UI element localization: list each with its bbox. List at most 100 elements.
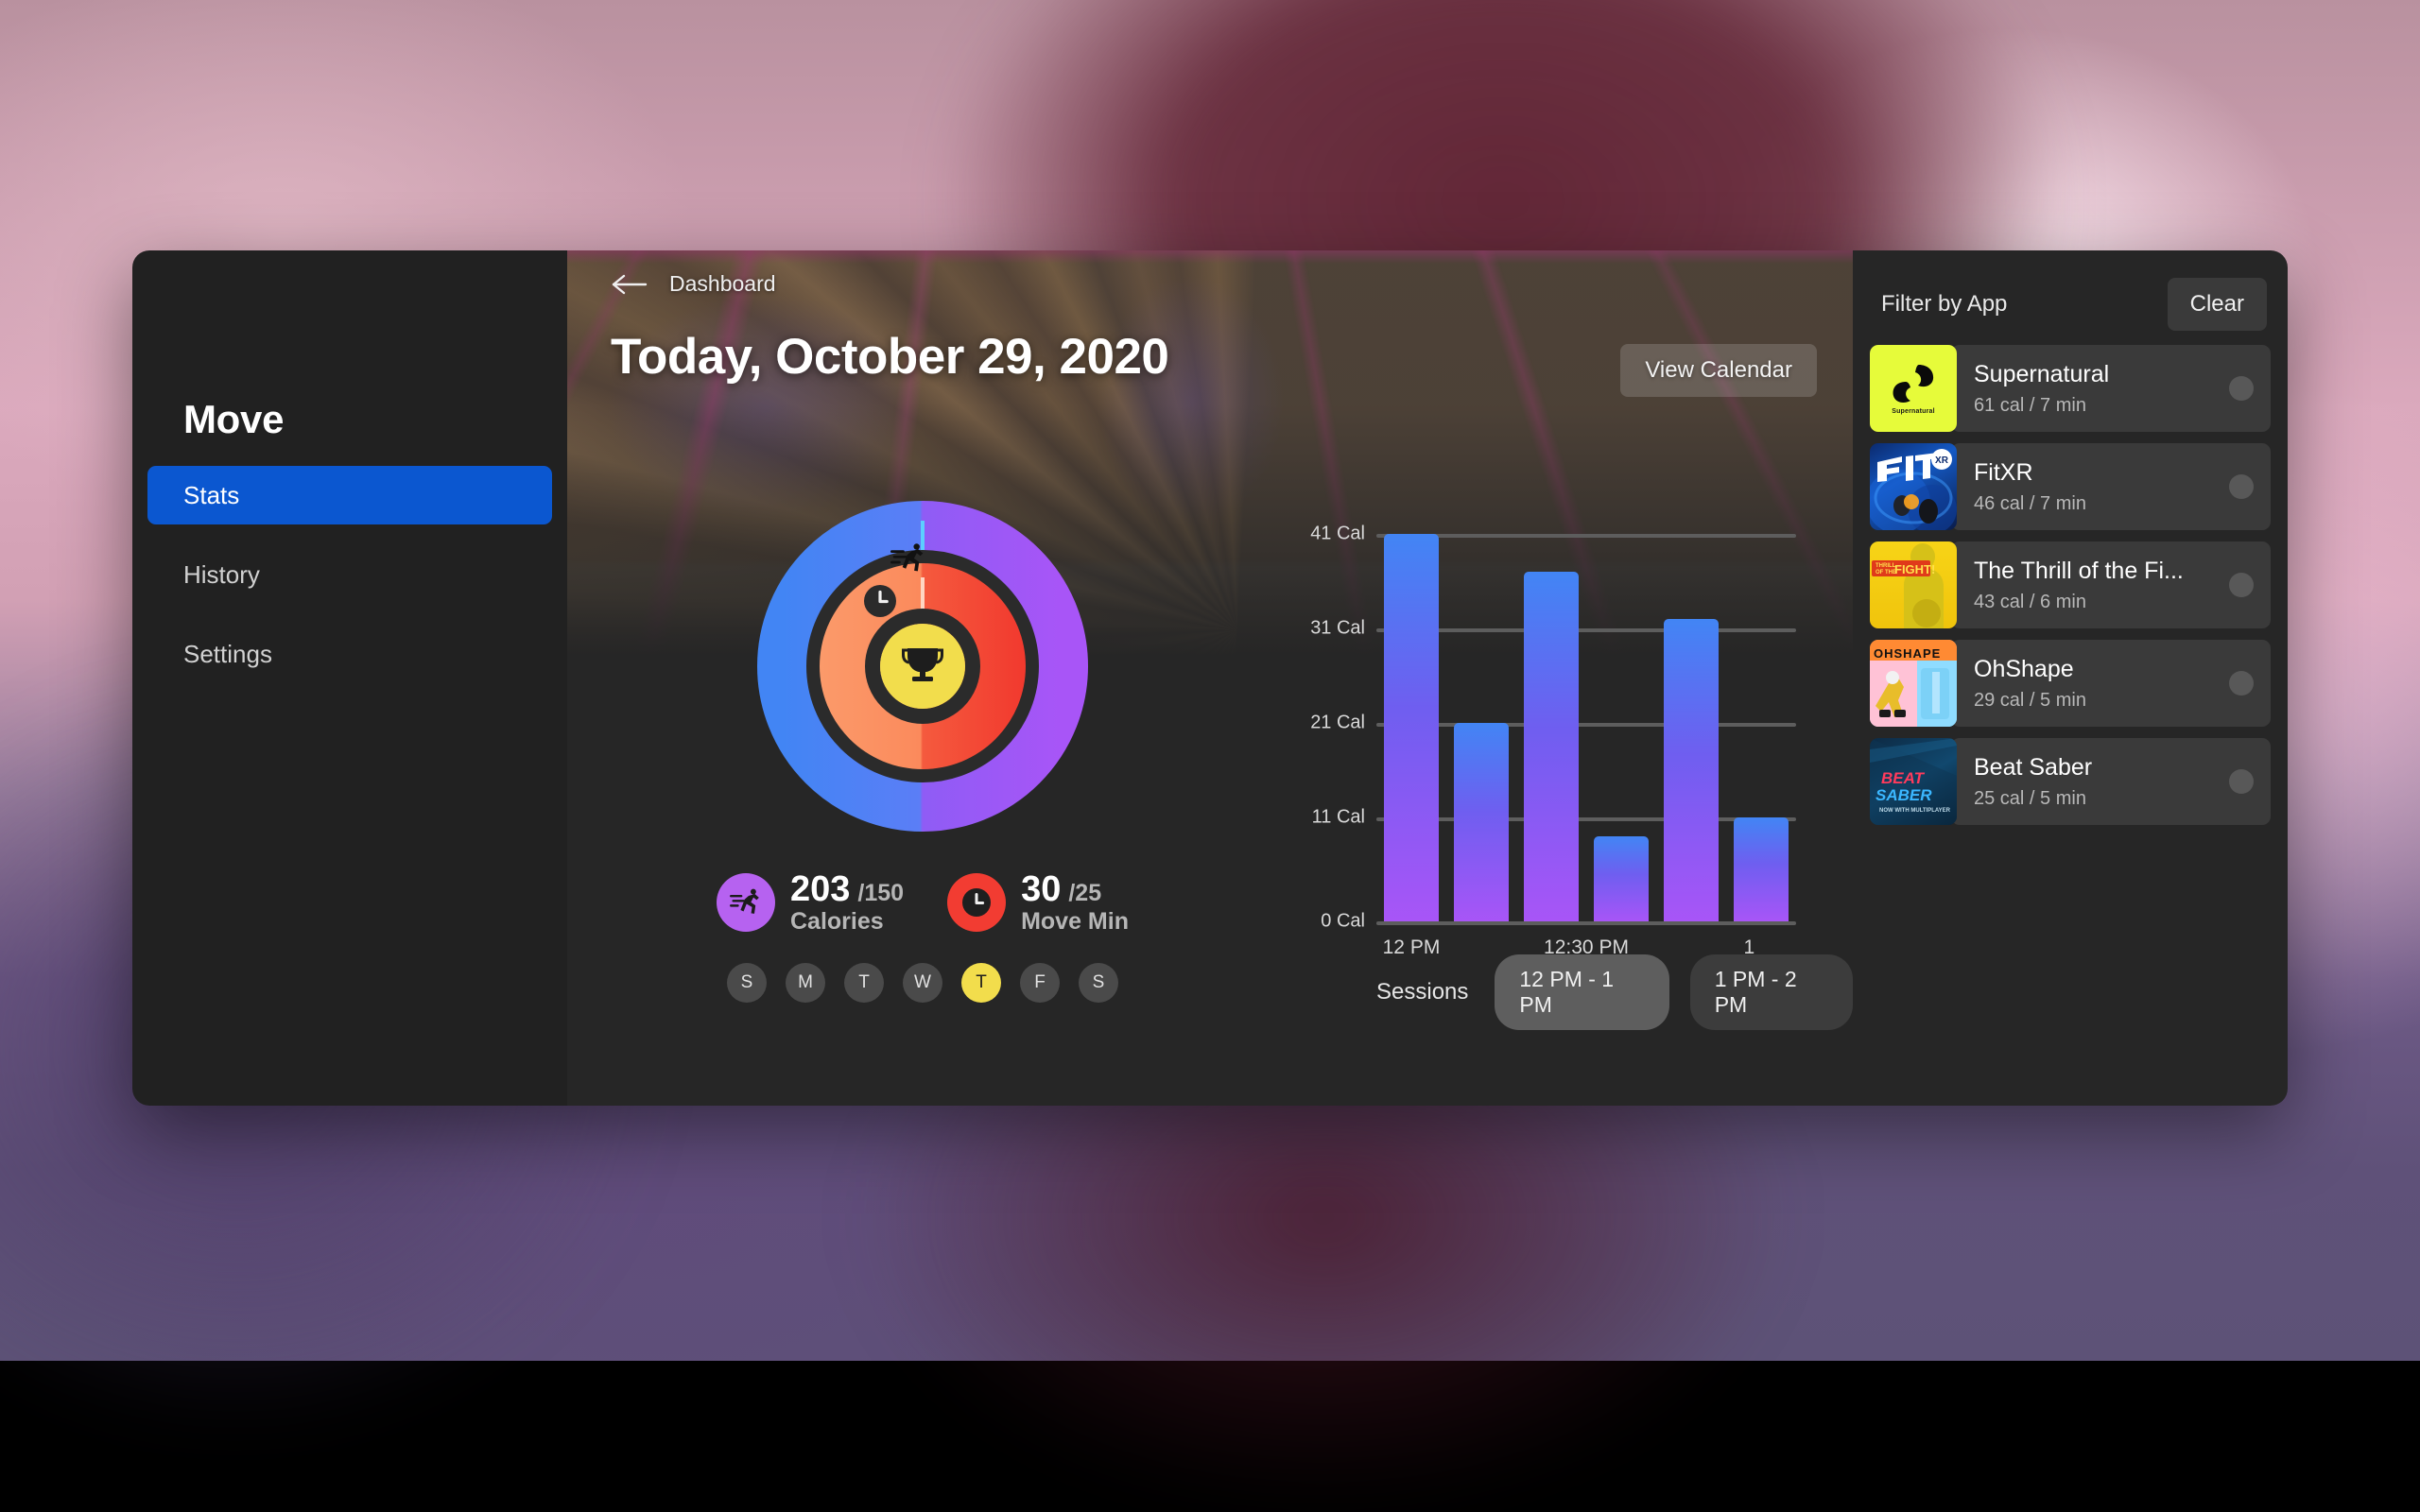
stat-calories: 203 /150 Calories <box>717 870 904 935</box>
app-name: The Thrill of the Fi... <box>1974 558 2184 585</box>
sidebar-nav: Stats History Settings <box>147 466 552 704</box>
app-filter-toggle[interactable] <box>2229 769 2254 794</box>
app-list-item-thrill-of-the-fight[interactable]: THRILL OF THE FIGHT! The Thrill of the F… <box>1870 541 2271 628</box>
move-min-text: 30 /25 Move Min <box>1021 870 1129 935</box>
beat-saber-app-icon: BEAT SABER NOW WITH MULTIPLAYER <box>1870 738 1957 825</box>
app-row-body: OhShape 29 cal / 5 min <box>1951 640 2271 727</box>
move-min-goal: /25 <box>1068 881 1101 906</box>
sidebar-item-history[interactable]: History <box>147 545 552 604</box>
session-pill-12pm-1pm[interactable]: 12 PM - 1 PM <box>1495 954 1668 1030</box>
thrill-of-the-fight-logo-glyph: THRILL OF THE FIGHT! <box>1870 541 1957 628</box>
ohshape-app-icon: OHSHAPE <box>1870 640 1957 727</box>
calories-badge <box>717 873 775 932</box>
app-list-item-supernatural[interactable]: Supernatural Supernatural 61 cal / 7 min <box>1870 345 2271 432</box>
day-pill-wednesday[interactable]: W <box>903 963 942 1003</box>
calories-value: 203 <box>790 870 850 909</box>
stat-move-min: 30 /25 Move Min <box>947 870 1129 935</box>
app-row-body: Supernatural 61 cal / 7 min <box>1951 345 2271 432</box>
move-min-badge <box>947 873 1006 932</box>
svg-text:NOW WITH MULTIPLAYER: NOW WITH MULTIPLAYER <box>1879 808 1951 814</box>
filter-panel-title: Filter by App <box>1881 291 2007 318</box>
app-list-item-fitxr[interactable]: XR FitXR 46 cal / 7 min <box>1870 443 2271 530</box>
main-dashboard-panel: Dashboard Today, October 29, 2020 View C… <box>567 250 1853 1106</box>
app-filter-toggle[interactable] <box>2229 573 2254 597</box>
day-pill-monday[interactable]: M <box>786 963 825 1003</box>
sidebar-item-stats[interactable]: Stats <box>147 466 552 524</box>
chart-bar[interactable] <box>1524 572 1579 921</box>
week-day-selector: S M T W T F S <box>727 963 1118 1003</box>
supernatural-icon-wordmark: Supernatural <box>1892 408 1935 415</box>
chart-bar[interactable] <box>1664 619 1719 921</box>
day-pill-tuesday[interactable]: T <box>844 963 884 1003</box>
session-pill-1pm-2pm[interactable]: 1 PM - 2 PM <box>1690 954 1853 1030</box>
y-tick-label: 0 Cal <box>1321 911 1365 933</box>
day-pill-saturday[interactable]: S <box>1079 963 1118 1003</box>
clock-icon <box>960 886 993 919</box>
app-name: OhShape <box>1974 656 2086 683</box>
app-filter-toggle[interactable] <box>2229 376 2254 401</box>
fitxr-app-icon: XR <box>1870 443 1957 530</box>
svg-text:OHSHAPE: OHSHAPE <box>1874 646 1941 661</box>
move-min-label: Move Min <box>1021 909 1129 935</box>
calories-label: Calories <box>790 909 904 935</box>
clear-filters-button[interactable]: Clear <box>2168 278 2267 331</box>
calories-goal: /150 <box>857 881 904 906</box>
supernatural-logo-glyph <box>1887 363 1940 406</box>
app-meta: 46 cal / 7 min <box>1974 493 2086 515</box>
chart-bar[interactable] <box>1384 534 1439 921</box>
view-calendar-button[interactable]: View Calendar <box>1620 344 1817 397</box>
svg-text:XR: XR <box>1935 455 1949 466</box>
app-list-item-beat-saber[interactable]: BEAT SABER NOW WITH MULTIPLAYER Beat Sab… <box>1870 738 2271 825</box>
breadcrumb: Dashboard <box>611 271 776 297</box>
stats-row: 203 /150 Calories <box>717 870 1129 935</box>
running-person-icon <box>730 887 762 918</box>
day-pill-sunday[interactable]: S <box>727 963 767 1003</box>
day-pill-friday[interactable]: F <box>1020 963 1060 1003</box>
y-tick-label: 41 Cal <box>1310 524 1365 545</box>
app-list-item-ohshape[interactable]: OHSHAPE OhShape 29 cal / 5 min <box>1870 640 2271 727</box>
thrill-of-the-fight-app-icon: THRILL OF THE FIGHT! <box>1870 541 1957 628</box>
app-name: Supernatural <box>1974 361 2109 388</box>
sidebar-item-label: Stats <box>183 481 239 510</box>
beat-saber-logo-glyph: BEAT SABER NOW WITH MULTIPLAYER <box>1870 738 1957 825</box>
app-name: Beat Saber <box>1974 754 2092 782</box>
chart-gridline <box>1376 921 1796 925</box>
app-filter-toggle[interactable] <box>2229 474 2254 499</box>
app-meta: 61 cal / 7 min <box>1974 395 2109 417</box>
chart-bar[interactable] <box>1734 817 1789 921</box>
ohshape-logo-glyph: OHSHAPE <box>1870 640 1957 727</box>
svg-text:OF THE: OF THE <box>1876 570 1896 576</box>
chart-plot-area <box>1376 534 1796 921</box>
chart-bars <box>1376 534 1796 921</box>
app-meta: 29 cal / 5 min <box>1974 690 2086 712</box>
app-row-body: FitXR 46 cal / 7 min <box>1951 443 2271 530</box>
chart-bar[interactable] <box>1454 723 1509 921</box>
app-row-body: Beat Saber 25 cal / 5 min <box>1951 738 2271 825</box>
move-app-window: Move Stats History Settings Das <box>132 250 2288 1106</box>
app-filter-list: Supernatural Supernatural 61 cal / 7 min <box>1870 345 2271 825</box>
breadcrumb-label[interactable]: Dashboard <box>669 271 776 297</box>
chart-bar[interactable] <box>1594 836 1649 921</box>
filter-header: Filter by App Clear <box>1870 275 2271 334</box>
back-arrow-icon[interactable] <box>611 272 648 297</box>
svg-text:SABER: SABER <box>1876 786 1932 804</box>
app-title: Move <box>183 397 284 442</box>
page-title: Today, October 29, 2020 <box>611 328 1168 386</box>
app-filter-toggle[interactable] <box>2229 671 2254 696</box>
fitxr-logo-glyph: XR <box>1870 443 1957 530</box>
sidebar: Move Stats History Settings <box>132 250 567 1106</box>
sidebar-item-settings[interactable]: Settings <box>147 625 552 683</box>
filter-by-app-panel: Filter by App Clear Supernatural Superna… <box>1853 250 2288 1106</box>
supernatural-app-icon: Supernatural <box>1870 345 1957 432</box>
calories-text: 203 /150 Calories <box>790 870 904 935</box>
day-pill-thursday[interactable]: T <box>961 963 1001 1003</box>
sessions-label: Sessions <box>1376 979 1468 1005</box>
clock-icon <box>864 585 896 617</box>
y-tick-label: 11 Cal <box>1312 806 1365 828</box>
activity-rings <box>743 487 1102 846</box>
sidebar-item-label: Settings <box>183 640 272 669</box>
app-meta: 25 cal / 5 min <box>1974 788 2092 810</box>
y-tick-label: 31 Cal <box>1310 617 1365 639</box>
svg-text:FIGHT!: FIGHT! <box>1894 562 1935 576</box>
app-meta: 43 cal / 6 min <box>1974 592 2184 613</box>
